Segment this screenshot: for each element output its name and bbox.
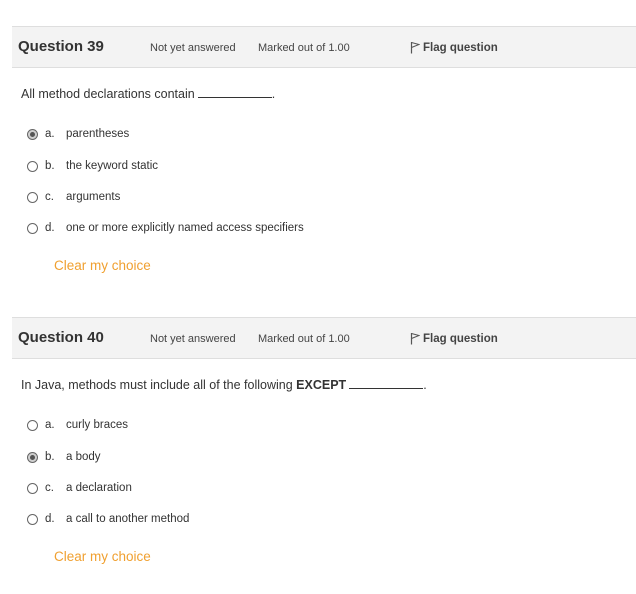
option-d[interactable]: d. a call to another method [27, 513, 217, 530]
question-title: Question 40 [18, 329, 104, 346]
radio-button-a[interactable] [27, 129, 38, 140]
question-text-emphasis: EXCEPT [296, 378, 347, 392]
question-header: Question 40 Not yet answered Marked out … [12, 317, 636, 359]
option-c[interactable]: c. a declaration [27, 482, 157, 499]
option-c[interactable]: c. arguments [27, 191, 147, 208]
answer-blank [197, 96, 272, 98]
option-text: a declaration [66, 482, 132, 494]
option-letter: a. [45, 419, 55, 431]
option-a[interactable]: a. curly braces [27, 419, 157, 436]
option-letter: c. [45, 482, 54, 494]
option-text: a call to another method [66, 513, 190, 525]
question-marks: Marked out of 1.00 [258, 333, 350, 345]
question-text-end: . [271, 87, 276, 101]
option-letter: a. [45, 128, 55, 140]
question-marks: Marked out of 1.00 [258, 42, 350, 54]
clear-choice-link[interactable]: Clear my choice [54, 549, 151, 564]
option-text: one or more explicitly named access spec… [66, 222, 304, 234]
flag-question-label: Flag question [423, 333, 498, 345]
option-b[interactable]: b. the keyword static [27, 160, 187, 177]
question-text-end: . [423, 378, 427, 392]
answer-blank [349, 387, 424, 389]
option-text: arguments [66, 191, 121, 203]
radio-button-d[interactable] [27, 223, 38, 234]
radio-button-a[interactable] [27, 420, 38, 431]
clear-choice-link[interactable]: Clear my choice [54, 258, 151, 273]
radio-button-c[interactable] [27, 483, 38, 494]
option-a[interactable]: a. parentheses [27, 128, 147, 145]
option-text: the keyword static [66, 160, 159, 172]
option-text: a body [66, 451, 101, 463]
option-letter: c. [45, 191, 54, 203]
question-status: Not yet answered [150, 42, 236, 54]
option-text: parentheses [66, 128, 130, 140]
radio-button-d[interactable] [27, 514, 38, 525]
question-header: Question 39 Not yet answered Marked out … [12, 26, 636, 68]
flag-question-button[interactable]: Flag question [410, 332, 498, 345]
question-text: In Java, methods must include all of the… [21, 378, 427, 392]
option-d[interactable]: d. one or more explicitly named access s… [27, 222, 327, 239]
option-text: curly braces [66, 419, 128, 431]
flag-question-button[interactable]: Flag question [410, 41, 498, 54]
question-text: All method declarations contain. [21, 87, 275, 101]
question-text-body: All method declarations contain [21, 87, 195, 101]
flag-question-label: Flag question [423, 42, 498, 54]
flag-icon [410, 42, 421, 54]
radio-button-b[interactable] [27, 161, 38, 172]
question-text-body: In Java, methods must include all of the… [21, 378, 293, 392]
option-letter: b. [45, 451, 55, 463]
question-title: Question 39 [18, 38, 104, 55]
radio-button-b[interactable] [27, 452, 38, 463]
option-letter: b. [45, 160, 55, 172]
option-b[interactable]: b. a body [27, 451, 127, 468]
radio-button-c[interactable] [27, 192, 38, 203]
option-letter: d. [45, 222, 55, 234]
question-status: Not yet answered [150, 333, 236, 345]
option-letter: d. [45, 513, 55, 525]
flag-icon [410, 333, 421, 345]
